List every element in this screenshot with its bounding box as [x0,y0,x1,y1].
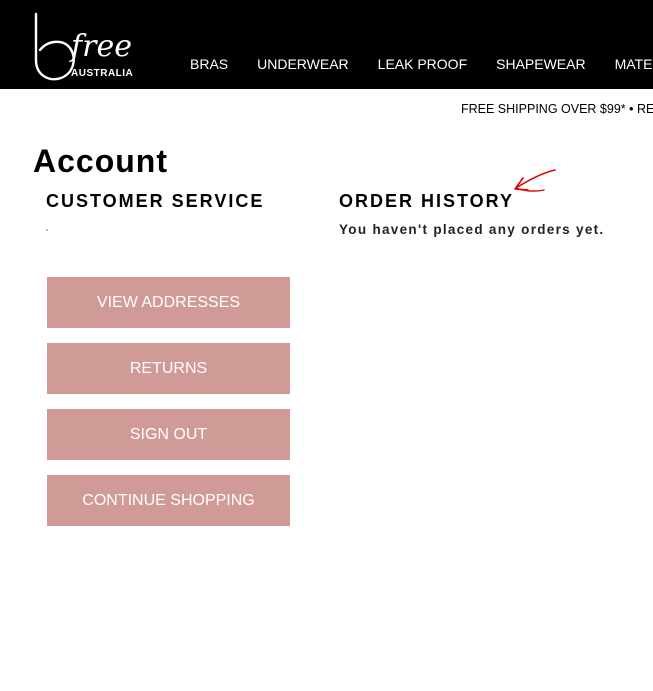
site-header: free AUSTRALIA BRAS UNDERWEAR LEAK PROOF… [0,0,653,89]
order-history-heading: ORDER HISTORY [339,191,515,211]
nav-bras[interactable]: BRAS [190,56,228,72]
main-nav: BRAS UNDERWEAR LEAK PROOF SHAPEWEAR MATE… [190,56,653,72]
sign-out-button[interactable]: SIGN OUT [47,409,290,460]
divider-dot [46,229,48,231]
nav-maternity[interactable]: MATERN [615,56,653,72]
logo-subtitle: AUSTRALIA [71,68,134,79]
bfree-logo[interactable]: free AUSTRALIA [30,10,140,84]
continue-shopping-button[interactable]: CONTINUE SHOPPING [47,475,290,526]
page-title: Account [33,143,168,179]
view-addresses-button[interactable]: VIEW ADDRESSES [47,277,290,328]
red-arrow-annotation-icon [514,169,556,192]
promo-banner: FREE SHIPPING OVER $99* • RET [461,102,653,116]
logo-wordmark: free [71,29,132,64]
order-history-empty-message: You haven't placed any orders yet. [339,222,605,237]
nav-leak-proof[interactable]: LEAK PROOF [378,56,467,72]
nav-underwear[interactable]: UNDERWEAR [257,56,349,72]
customer-service-heading: CUSTOMER SERVICE [46,191,265,211]
returns-button[interactable]: RETURNS [47,343,290,394]
nav-shapewear[interactable]: SHAPEWEAR [496,56,585,72]
